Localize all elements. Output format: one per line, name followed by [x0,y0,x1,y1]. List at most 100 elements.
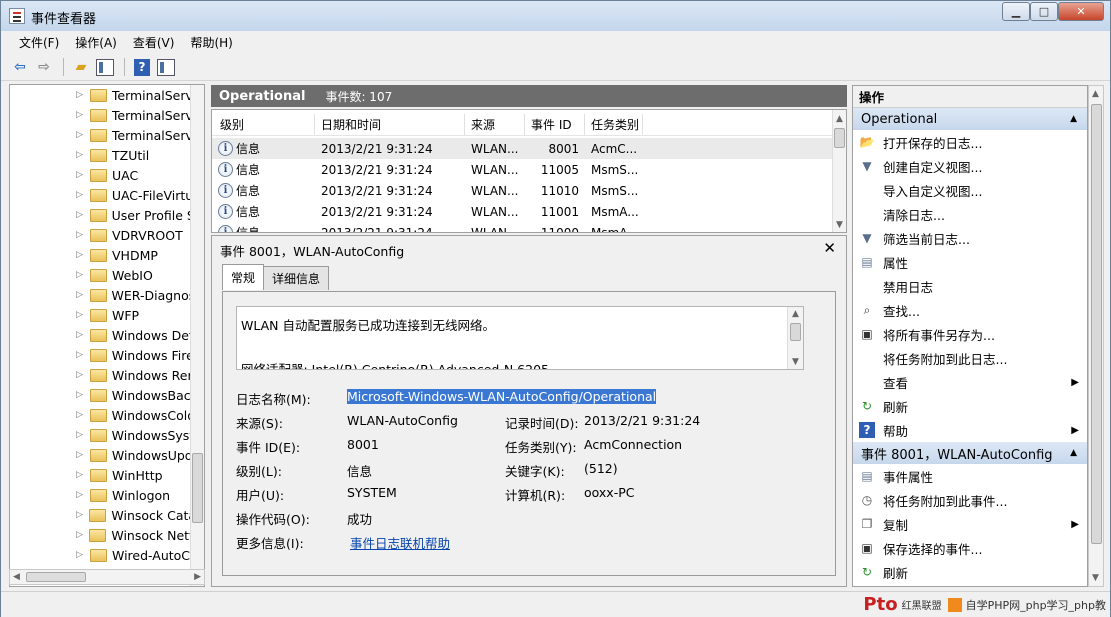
tree-vertical-scrollbar[interactable]: ▼ [190,85,204,586]
expand-arrow-icon[interactable]: ▷ [76,190,88,200]
column-source[interactable]: 来源 [465,114,525,135]
tab-general[interactable]: 常规 [222,264,265,290]
tree-item[interactable]: ▷ WinHttp [10,465,192,485]
description-scroll-thumb[interactable] [790,323,801,341]
tree-hscroll-thumb[interactable] [26,572,86,582]
action-item[interactable]: ▤ 属性 [853,250,1087,274]
tree-item[interactable]: ▷ VHDMP [10,245,192,265]
value-log-name[interactable]: Microsoft-Windows-WLAN-AutoConfig/Operat… [347,389,657,404]
maximize-button[interactable]: □ [1030,2,1058,21]
title-bar[interactable]: 事件查看器 ▁ □ ✕ [1,1,1110,31]
tree-item[interactable]: ▷ WindowsBacl [10,385,192,405]
tab-details[interactable]: 详细信息 [263,266,330,290]
actions-section-log[interactable]: Operational ▲ [853,108,1087,130]
detail-close-button[interactable]: ✕ [823,239,836,257]
tree-item[interactable]: ▷ TerminalServ [10,125,192,145]
expand-arrow-icon[interactable]: ▷ [76,430,88,440]
action-item[interactable]: ↻ 刷新 [853,394,1087,418]
tree-item[interactable]: ▷ Winsock Cata [10,505,192,525]
action-item[interactable]: ▣ 将所有事件另存为... [853,322,1087,346]
expand-arrow-icon[interactable]: ▷ [76,450,88,460]
expand-arrow-icon[interactable]: ▷ [76,510,87,520]
action-item[interactable]: 清除日志... [853,202,1087,226]
expand-arrow-icon[interactable]: ▷ [76,150,88,160]
tree-scroll-thumb[interactable] [192,453,203,523]
tree-item[interactable]: ▷ Winsock Netv [10,525,192,545]
tree-item[interactable]: ▷ WindowsUpd [10,445,192,465]
column-event-id[interactable]: 事件 ID [525,114,585,135]
tree-item[interactable]: ▷ UAC [10,165,192,185]
tree-item[interactable]: ▷ WFP [10,305,192,325]
forward-button[interactable]: ⇨ [33,56,55,78]
expand-arrow-icon[interactable]: ▷ [76,230,88,240]
action-item[interactable]: 将任务附加到此日志... [853,346,1087,370]
event-list-scroll-thumb[interactable] [834,128,845,148]
tree-item[interactable]: ▷ Windows Fire [10,345,192,365]
column-level[interactable]: 级别 [212,114,315,135]
expand-arrow-icon[interactable]: ▷ [76,390,88,400]
column-date[interactable]: 日期和时间 [315,114,465,135]
action-item[interactable]: 查看 ▶ [853,370,1087,394]
help-button[interactable]: ? [131,56,153,78]
expand-arrow-icon[interactable]: ▷ [76,90,88,100]
actions-scroll-thumb[interactable] [1091,104,1102,544]
event-row[interactable]: i 信息 2013/2/21 9:31:24 WLAN... 11001 MsmA... [212,201,834,222]
menu-help[interactable]: 帮助(H) [182,34,240,51]
back-button[interactable]: ⇦ [9,56,31,78]
menu-action[interactable]: 操作(A) [67,34,125,51]
expand-arrow-icon[interactable]: ▷ [76,370,88,380]
tree-item[interactable]: ▷ WindowsColo [10,405,192,425]
show-hide-action-pane-button[interactable] [155,56,177,78]
expand-arrow-icon[interactable]: ▷ [76,410,88,420]
expand-arrow-icon[interactable]: ▷ [76,310,88,320]
actions-section-event[interactable]: 事件 8001，WLAN-AutoConfig ▲ [853,442,1087,464]
column-task-category[interactable]: 任务类别 [585,114,643,135]
tree-item[interactable]: ▷ User Profile S [10,205,192,225]
scroll-right-icon[interactable]: ▶ [194,572,201,582]
action-item[interactable]: ▣ 保存选择的事件... [853,536,1087,560]
action-item[interactable]: ? 帮助 ▶ [853,418,1087,442]
expand-arrow-icon[interactable]: ▷ [76,130,88,140]
expand-arrow-icon[interactable]: ▷ [76,290,88,300]
action-item[interactable]: ▼ 创建自定义视图... [853,154,1087,178]
tree-item[interactable]: ▷ Windows Def [10,325,192,345]
tree-item[interactable]: ▷ Winlogon [10,485,192,505]
menu-file[interactable]: 文件(F) [11,34,67,51]
action-item[interactable]: ▤ 事件属性 [853,464,1087,488]
tree-item[interactable]: ▷ Windows Rer [10,365,192,385]
tree-horizontal-scrollbar[interactable]: ◀ ▶ [9,569,205,585]
action-item[interactable]: ↻ 刷新 [853,560,1087,584]
scroll-down-icon[interactable]: ▼ [792,357,799,367]
event-row[interactable]: i 信息 2013/2/21 9:31:24 WLAN... 11005 MsmS... [212,159,834,180]
tree-item[interactable]: ▷ Wired-AutoC [10,545,192,565]
scroll-down-icon[interactable]: ▼ [836,220,843,230]
tree-item[interactable]: ▷ WebIO [10,265,192,285]
action-item[interactable]: ⌕ 查找... [853,298,1087,322]
menu-view[interactable]: 查看(V) [125,34,183,51]
event-description[interactable]: WLAN 自动配置服务已成功连接到无线网络。 网络适配器: Intel(R) C… [236,306,804,370]
action-item[interactable]: ▼ 筛选当前日志... [853,226,1087,250]
expand-arrow-icon[interactable]: ▷ [76,490,88,500]
action-item[interactable]: ❐ 复制 ▶ [853,512,1087,536]
event-list-scrollbar[interactable]: ▲ ▼ [832,110,846,232]
expand-arrow-icon[interactable]: ▷ [76,250,88,260]
expand-arrow-icon[interactable]: ▷ [76,550,88,560]
expand-arrow-icon[interactable]: ▷ [76,270,88,280]
action-item[interactable]: 禁用日志 [853,274,1087,298]
tree-item[interactable]: ▷ TerminalServ [10,105,192,125]
event-row[interactable]: i 信息 2013/2/21 9:31:24 WLAN... 11010 MsmS... [212,180,834,201]
close-button[interactable]: ✕ [1058,2,1104,21]
action-item[interactable]: 📂 打开保存的日志... [853,130,1087,154]
tree-item[interactable]: ▷ WER-Diagnos [10,285,192,305]
tree-item[interactable]: ▷ TZUtil [10,145,192,165]
description-scrollbar[interactable]: ▲ ▼ [787,307,803,369]
show-hide-tree-button[interactable] [94,56,116,78]
expand-arrow-icon[interactable]: ▷ [76,350,88,360]
action-item[interactable]: 导入自定义视图... [853,178,1087,202]
scroll-up-icon[interactable]: ▲ [1092,89,1099,99]
expand-arrow-icon[interactable]: ▷ [76,210,88,220]
minimize-button[interactable]: ▁ [1002,2,1030,21]
scroll-up-icon[interactable]: ▲ [792,309,799,319]
expand-arrow-icon[interactable]: ▷ [76,530,87,540]
expand-arrow-icon[interactable]: ▷ [76,110,88,120]
